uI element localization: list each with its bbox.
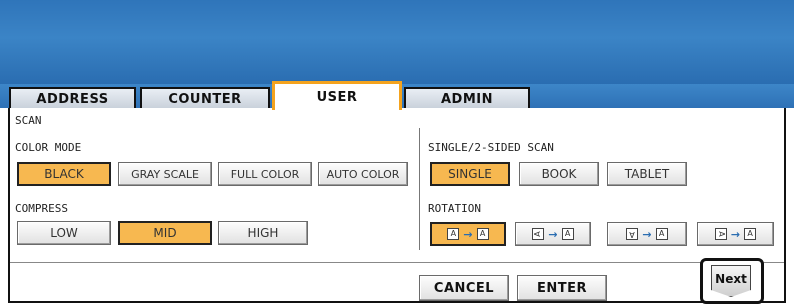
tab-admin[interactable]: ADMIN bbox=[404, 87, 530, 109]
tab-address[interactable]: ADDRESS bbox=[9, 87, 136, 109]
tab-user[interactable]: USER bbox=[272, 81, 402, 110]
tab-bar: ADDRESS COUNTER USER ADMIN bbox=[0, 81, 794, 110]
rotation-left-button[interactable]: A → A bbox=[515, 222, 591, 246]
compress-mid-button[interactable]: MID bbox=[118, 221, 212, 245]
color-mode-fullcolor-button[interactable]: FULL COLOR bbox=[218, 162, 312, 186]
rotation-label: ROTATION bbox=[428, 202, 481, 215]
rotation-0-button[interactable]: A → A bbox=[430, 222, 506, 246]
footer-divider bbox=[10, 262, 784, 263]
page-a-rotated-right-icon: A bbox=[714, 228, 727, 240]
page-a-rotated-left-icon: A bbox=[532, 228, 545, 240]
page-a-icon: A bbox=[655, 228, 668, 240]
color-mode-autocolor-button[interactable]: AUTO COLOR bbox=[318, 162, 408, 186]
color-mode-grayscale-button[interactable]: GRAY SCALE bbox=[118, 162, 212, 186]
enter-button[interactable]: ENTER bbox=[517, 275, 607, 301]
arrow-right-icon: → bbox=[730, 227, 741, 241]
page-a-upside-down-icon: A bbox=[626, 228, 639, 240]
rotation-right-button[interactable]: A → A bbox=[697, 222, 774, 246]
sided-scan-label: SINGLE/2-SIDED SCAN bbox=[428, 141, 554, 154]
sided-book-button[interactable]: BOOK bbox=[519, 162, 599, 186]
sided-tablet-button[interactable]: TABLET bbox=[607, 162, 687, 186]
section-title: SCAN bbox=[15, 114, 42, 127]
color-mode-label: COLOR MODE bbox=[15, 141, 82, 154]
rotation-180-button[interactable]: A → A bbox=[607, 222, 687, 246]
arrow-right-icon: → bbox=[548, 227, 558, 241]
tab-counter[interactable]: COUNTER bbox=[140, 87, 270, 109]
page-a-icon: A bbox=[447, 228, 460, 240]
page-a-icon: A bbox=[476, 228, 489, 240]
compress-label: COMPRESS bbox=[15, 202, 68, 215]
top-banner bbox=[0, 0, 794, 84]
cancel-button[interactable]: CANCEL bbox=[419, 275, 509, 301]
page-a-icon: A bbox=[744, 228, 757, 240]
compress-high-button[interactable]: HIGH bbox=[218, 221, 308, 245]
column-divider bbox=[419, 128, 420, 250]
compress-low-button[interactable]: LOW bbox=[17, 221, 111, 245]
arrow-right-icon: → bbox=[642, 227, 652, 241]
arrow-right-icon: → bbox=[463, 227, 473, 241]
user-panel bbox=[8, 108, 786, 303]
sided-single-button[interactable]: SINGLE bbox=[430, 162, 510, 186]
page-a-icon: A bbox=[561, 228, 574, 240]
color-mode-black-button[interactable]: BLACK bbox=[17, 162, 111, 186]
